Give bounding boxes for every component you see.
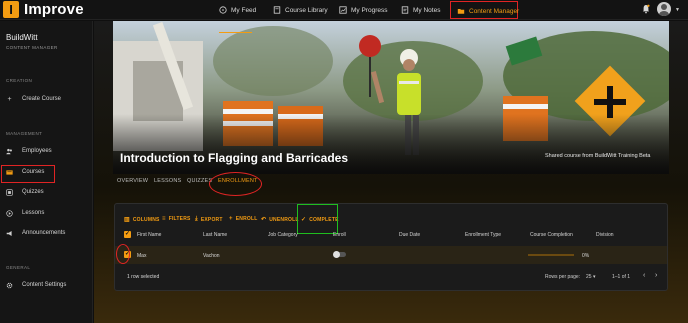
enroll-label: ENROLL [235, 216, 258, 222]
sidebar-item-label: Content Settings [22, 282, 67, 288]
complete-highlight [297, 204, 338, 234]
export-label: EXPORT [200, 216, 223, 223]
rows-per-page-label: Rows per page: [545, 274, 581, 280]
cell-last-name: Vachon [203, 253, 220, 259]
select-all-checkbox[interactable]: ✓ [124, 231, 131, 238]
column-header-course-completion[interactable]: Course Completion [530, 232, 573, 238]
sidebar-item-employees[interactable]: Employees [6, 145, 52, 157]
org-role: CONTENT MANAGER [6, 45, 58, 50]
section-label-general: GENERAL [6, 265, 31, 270]
logo-mark: I [3, 1, 19, 18]
column-header-first-name[interactable]: First Name [137, 232, 161, 238]
nav-content-manager[interactable]: Content Manager [457, 4, 519, 18]
enroll-button[interactable]: + ENROLL [229, 216, 257, 222]
tab-lessons[interactable]: LESSONS [154, 178, 181, 184]
sidebar-item-label: Lessons [22, 210, 45, 216]
compass-icon [219, 6, 227, 14]
rows-per-page-value: 25 [586, 274, 592, 280]
sidebar-item-create-course[interactable]: + Create Course [6, 93, 61, 105]
enroll-toggle[interactable] [333, 250, 346, 258]
folder-icon [457, 9, 465, 14]
undo-icon: ↶ [261, 217, 267, 223]
column-header-due-date[interactable]: Due Date [399, 232, 420, 238]
avatar[interactable] [657, 2, 671, 16]
sidebar-item-content-settings[interactable]: Content Settings [6, 279, 66, 291]
enrollment-table: ▥ COLUMNS ≡ FILTERS ⤓ EXPORT + ENROLL ↶ … [114, 203, 668, 291]
filters-button[interactable]: ≡ FILTERS [162, 216, 191, 222]
rows-per-page-select[interactable]: 25 ▾ [586, 274, 595, 280]
cell-first-name: Max [137, 253, 147, 259]
app-logo[interactable]: I Improve [3, 1, 84, 18]
columns-label: COLUMNS [132, 216, 160, 223]
plus-icon: + [7, 95, 12, 103]
row-checkbox-highlight [116, 244, 130, 264]
enrollment-highlight [209, 172, 262, 196]
course-title: Introduction to Flagging and Barricades [120, 151, 349, 165]
next-page-icon[interactable]: › [655, 272, 657, 279]
nav-label: My Notes [413, 6, 441, 14]
filter-icon: ≡ [162, 216, 166, 222]
sidebar-item-label: Quizzes [22, 189, 44, 195]
sidebar-item-label: Announcements [22, 230, 66, 236]
sidebar-item-lessons[interactable]: Lessons [6, 207, 44, 219]
main-content: Introduction to Flagging and Barricades … [94, 21, 688, 323]
column-header-enroll[interactable]: Enroll [333, 232, 346, 238]
chart-icon [339, 6, 347, 14]
completion-progress-bar [528, 254, 574, 256]
app-name: Improve [24, 1, 84, 18]
prev-page-icon[interactable]: ‹ [643, 272, 645, 279]
tab-overview[interactable]: OVERVIEW [117, 178, 148, 184]
nav-label: Content Manager [469, 7, 520, 15]
columns-icon: ▥ [124, 217, 130, 223]
nav-label: My Progress [351, 6, 388, 14]
quiz-icon [6, 188, 13, 196]
section-label-management: MANAGEMENT [6, 131, 43, 136]
megaphone-icon [6, 230, 12, 236]
export-button[interactable]: ⤓ EXPORT [195, 216, 223, 223]
sidebar-item-announcements[interactable]: Announcements [6, 227, 65, 239]
unenroll-label: UNENROLL [269, 216, 299, 223]
download-icon: ⤓ [195, 216, 198, 222]
active-tab-indicator [219, 32, 252, 33]
chevron-down-icon: ▾ [592, 274, 596, 280]
filters-label: FILTERS [168, 216, 191, 222]
nav-my-notes[interactable]: My Notes [401, 3, 440, 17]
column-header-job-category[interactable]: Job Category [268, 232, 298, 238]
columns-button[interactable]: ▥ COLUMNS [124, 216, 160, 224]
top-bar: I Improve My Feed Course Library My Prog… [0, 0, 688, 20]
nav-label: My Feed [231, 6, 257, 14]
cell-completion-percent: 0% [582, 253, 590, 259]
nav-my-feed[interactable]: My Feed [219, 3, 256, 17]
nav-course-library[interactable]: Course Library [273, 3, 328, 17]
nav-label: Course Library [285, 6, 328, 14]
notification-bell-icon[interactable] [642, 4, 650, 14]
note-icon [401, 6, 409, 14]
plus-icon: + [229, 216, 233, 222]
chevron-down-icon[interactable]: ▼ [675, 7, 680, 13]
column-header-last-name[interactable]: Last Name [203, 232, 227, 238]
selection-count: 1 row selected [127, 274, 160, 280]
org-name: BuildWitt [6, 33, 38, 42]
nav-my-progress[interactable]: My Progress [339, 3, 387, 17]
book-icon [273, 6, 281, 14]
unenroll-button[interactable]: ↶ UNENROLL [261, 216, 299, 224]
section-label-creation: CREATION [6, 78, 33, 83]
content-manager-highlight: Content Manager [450, 1, 519, 19]
shared-course-note: Shared course from BuildWitt Training Be… [545, 153, 651, 159]
courses-highlight [1, 165, 55, 183]
column-header-enrollment-type[interactable]: Enrollment Type [465, 232, 501, 238]
people-icon [6, 148, 12, 154]
play-icon [6, 209, 13, 217]
sidebar-item-label: Create Course [22, 96, 62, 102]
sidebar-item-quizzes[interactable]: Quizzes [6, 186, 44, 198]
sidebar: BuildWitt CONTENT MANAGER CREATION + Cre… [0, 21, 93, 323]
sidebar-item-label: Employees [22, 148, 52, 154]
gear-icon [6, 282, 13, 288]
pagination-range: 1–1 of 1 [612, 274, 631, 280]
hero-gradient [113, 114, 669, 174]
column-header-division[interactable]: Division [596, 232, 614, 238]
